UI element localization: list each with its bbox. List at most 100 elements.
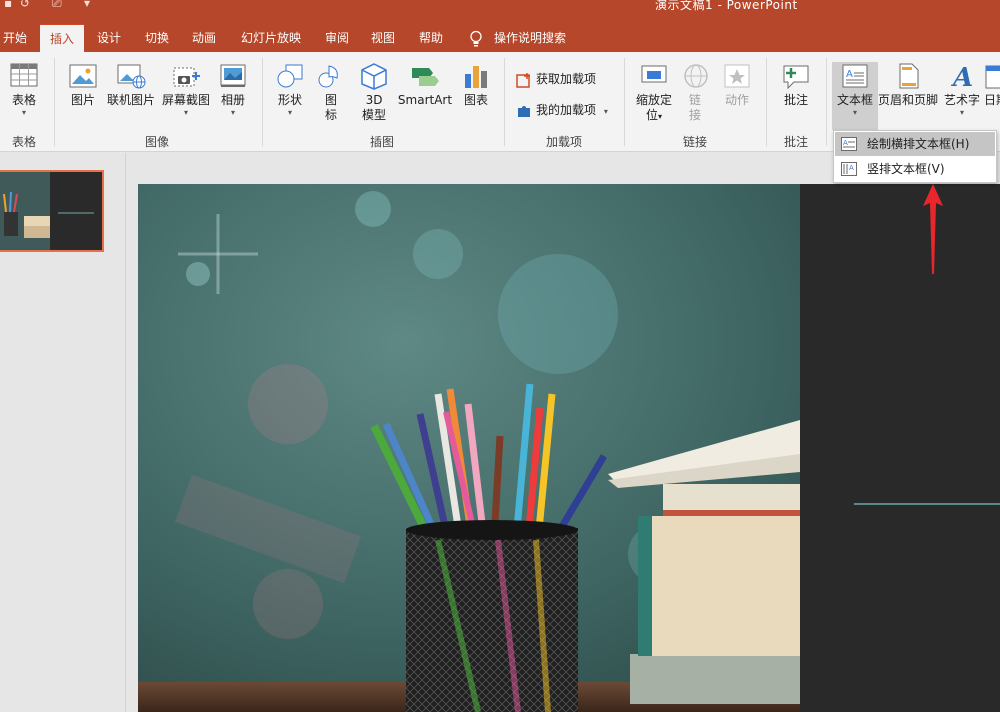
group-label-comments: 批注 — [783, 135, 808, 149]
chart-label: 图表 — [463, 93, 488, 107]
photo-album-icon — [220, 64, 246, 87]
red-arrow-annotation — [923, 184, 943, 274]
link-label-line1: 链 — [688, 93, 701, 107]
customize-qat-icon[interactable]: ▾ — [84, 0, 90, 10]
slide-photo-pencils-books — [138, 184, 1000, 712]
menu-icon[interactable]: ▪ — [4, 0, 12, 10]
store-icon — [516, 72, 530, 88]
group-divider — [54, 58, 55, 146]
shapes-icon — [277, 64, 303, 88]
powerpoint-window: ▪ ↺ ⎚ ▾ 演示文稿1 - PowerPoint 开始 插入 设计 切换 动… — [0, 0, 1000, 712]
get-addins-button[interactable]: 获取加载项 — [516, 70, 596, 88]
get-addins-label: 获取加载项 — [536, 72, 597, 86]
group-label-images: 图像 — [144, 135, 169, 149]
smartart-label: SmartArt — [397, 93, 453, 107]
tab-slideshow[interactable]: 幻灯片放映 — [234, 24, 308, 52]
picture-label: 图片 — [70, 93, 95, 107]
present-icon[interactable]: ⎚ — [52, 0, 62, 11]
tab-insert[interactable]: 插入 — [40, 24, 84, 52]
tab-animations[interactable]: 动画 — [187, 24, 221, 52]
chart-button[interactable]: 图表 — [458, 62, 494, 108]
new-comment-button[interactable]: 批注 — [776, 62, 816, 108]
table-button[interactable]: 表格 ▾ — [4, 62, 44, 118]
picture-button[interactable]: 图片 — [64, 62, 102, 108]
tab-help[interactable]: 帮助 — [414, 24, 448, 52]
link-label-line2: 接 — [688, 108, 701, 122]
group-label-addins: 加载项 — [545, 135, 582, 149]
header-footer-icon — [899, 63, 919, 89]
draw-horizontal-textbox-item[interactable]: A 绘制横排文本框(H) — [835, 132, 995, 156]
my-addins-label: 我的加载项 — [536, 103, 597, 117]
screenshot-button[interactable]: 屏幕截图 ▾ — [159, 62, 213, 118]
tab-design[interactable]: 设计 — [92, 24, 126, 52]
tab-review[interactable]: 审阅 — [320, 24, 354, 52]
date-time-button[interactable]: 日期 — [984, 62, 1000, 108]
zoom-button[interactable]: 缩放定 位▾ — [632, 62, 676, 124]
lightbulb-icon — [470, 30, 482, 47]
group-label-illustrations: 插图 — [369, 135, 394, 149]
3d-model-label-line2: 模型 — [361, 108, 386, 122]
zoom-label-line2: 位 — [645, 108, 658, 122]
chevron-down-icon: ▾ — [852, 108, 857, 117]
vertical-textbox-item[interactable]: A 竖排文本框(V) — [835, 157, 995, 181]
icons-icon — [318, 65, 338, 88]
slide-thumbnail-pane — [0, 153, 126, 712]
chevron-down-icon: ▾ — [287, 108, 292, 117]
title-bar: ▪ ↺ ⎚ ▾ 演示文稿1 - PowerPoint 开始 插入 设计 切换 动… — [0, 0, 1000, 52]
group-divider — [262, 58, 263, 146]
wordart-button[interactable]: A 艺术字 ▾ — [942, 62, 982, 118]
chevron-down-icon: ▾ — [658, 112, 663, 121]
tab-view[interactable]: 视图 — [366, 24, 400, 52]
chevron-down-icon: ▾ — [21, 108, 26, 117]
3d-model-label-line1: 3D — [365, 93, 383, 107]
my-addins-button[interactable]: 我的加载项 ▾ — [516, 101, 608, 119]
screenshot-label: 屏幕截图 — [161, 93, 210, 107]
smartart-button[interactable]: SmartArt — [396, 62, 454, 108]
shapes-label: 形状 — [277, 93, 302, 107]
comment-icon — [783, 65, 809, 90]
slide-thumbnail-image — [0, 172, 102, 250]
online-picture-button[interactable]: 联机图片 — [104, 62, 158, 108]
link-icon — [684, 64, 708, 88]
online-picture-label: 联机图片 — [106, 93, 155, 107]
group-divider — [826, 58, 827, 146]
table-label: 表格 — [11, 93, 36, 107]
action-button[interactable]: 动作 — [720, 62, 754, 108]
comment-label: 批注 — [783, 93, 808, 107]
smartart-icon — [412, 68, 439, 86]
chevron-down-icon: ▾ — [230, 108, 235, 117]
slide-canvas[interactable] — [138, 184, 1000, 712]
document-title: 演示文稿1 - PowerPoint — [655, 0, 798, 12]
vertical-textbox-label: 竖排文本框(V) — [867, 162, 945, 176]
cube-icon — [361, 63, 387, 90]
icons-label-line2: 标 — [324, 108, 337, 122]
header-footer-label: 页眉和页脚 — [877, 93, 938, 107]
action-label: 动作 — [724, 93, 749, 107]
header-footer-button[interactable]: 页眉和页脚 — [876, 62, 940, 108]
date-time-label: 日期 — [984, 93, 1000, 107]
group-label-links: 链接 — [682, 135, 707, 149]
chevron-down-icon: ▾ — [603, 107, 608, 116]
svg-text:A: A — [843, 139, 848, 147]
svg-text:A: A — [849, 164, 854, 172]
chevron-down-icon: ▾ — [959, 108, 964, 117]
album-button[interactable]: 相册 ▾ — [216, 62, 250, 118]
group-divider — [766, 58, 767, 146]
calendar-icon — [985, 65, 1000, 89]
textbox-icon: A — [842, 64, 868, 88]
screenshot-icon — [173, 67, 200, 87]
slide-thumbnail-1[interactable] — [0, 170, 104, 252]
icons-label-line1: 图 — [324, 93, 337, 107]
undo-icon[interactable]: ↺ — [20, 0, 30, 10]
bar-chart-icon — [465, 66, 487, 88]
tell-me-search[interactable]: 操作说明搜索 — [494, 24, 566, 52]
link-button[interactable]: 链 接 — [680, 62, 710, 123]
icons-button[interactable]: 图 标 — [314, 62, 348, 123]
textbox-button[interactable]: A 文本框 ▾ — [832, 62, 878, 130]
chevron-down-icon: ▾ — [183, 108, 188, 117]
tab-transitions[interactable]: 切换 — [140, 24, 174, 52]
zoom-icon — [641, 65, 667, 83]
3d-model-button[interactable]: 3D 模型 — [356, 62, 392, 123]
tab-home[interactable]: 开始 — [0, 24, 30, 52]
shapes-button[interactable]: 形状 ▾ — [270, 62, 310, 118]
